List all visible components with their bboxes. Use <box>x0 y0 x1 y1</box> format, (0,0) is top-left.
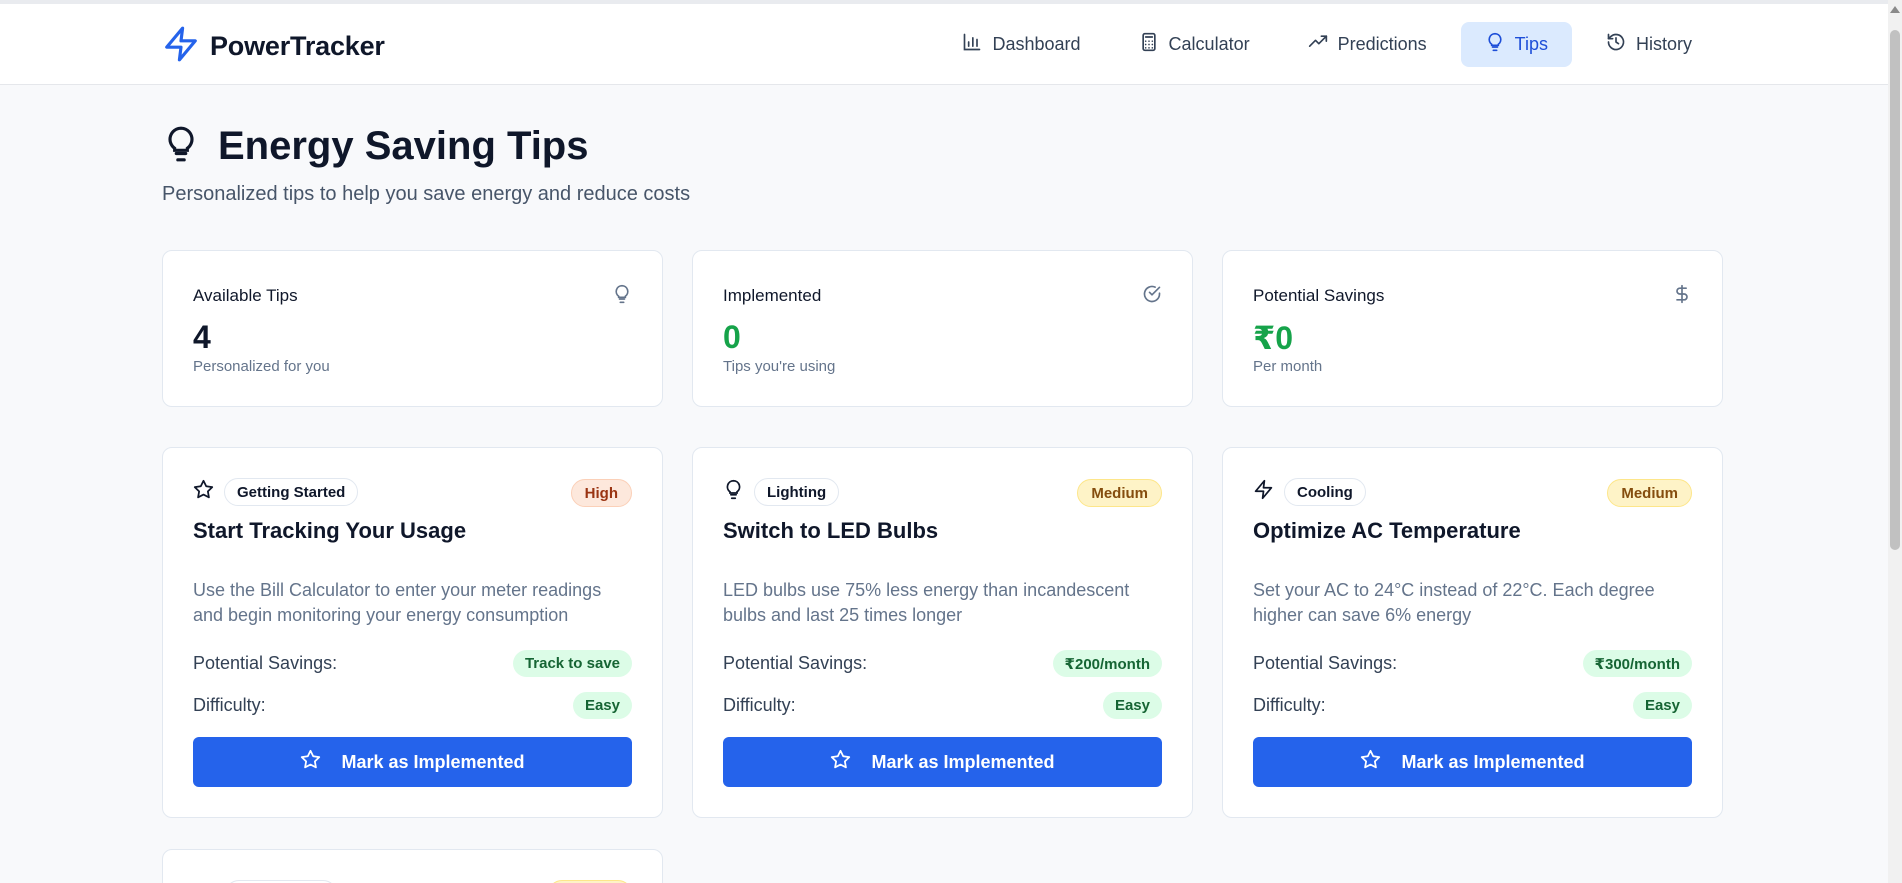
brand[interactable]: PowerTracker <box>162 24 385 69</box>
check-circle-icon <box>1142 284 1162 304</box>
savings-value-badge: ₹200/month <box>1052 650 1162 677</box>
star-icon <box>300 749 321 775</box>
category-badge: Getting Started <box>224 478 359 506</box>
button-label: Mark as Implemented <box>871 751 1055 772</box>
tip-card-led-bulbs: Lighting Medium Switch to LED Bulbs LED … <box>692 447 1193 818</box>
tip-title: Switch to LED Bulbs <box>723 518 939 543</box>
scroll-up-arrow-icon[interactable] <box>1890 6 1900 13</box>
zap-icon <box>1253 479 1274 505</box>
vertical-scrollbar[interactable] <box>1888 0 1902 883</box>
tip-card-start-tracking: Getting Started High Start Tracking Your… <box>162 447 663 818</box>
page-header: Energy Saving Tips <box>162 122 589 171</box>
difficulty-badge: Easy <box>1632 692 1692 719</box>
bar-chart-icon <box>962 32 982 57</box>
nav-item-history[interactable]: History <box>1582 22 1716 67</box>
mark-implemented-button[interactable]: Mark as Implemented <box>1253 737 1692 787</box>
tip-category: Cooling <box>1253 478 1366 506</box>
history-icon <box>1606 32 1626 57</box>
nav-label: Calculator <box>1168 34 1250 54</box>
calculator-icon <box>1139 32 1159 57</box>
star-icon <box>1360 749 1381 775</box>
brand-name: PowerTracker <box>210 31 385 61</box>
nav-label: Dashboard <box>992 34 1081 54</box>
priority-badge: Medium <box>1607 479 1692 507</box>
tip-description: Use the Bill Calculator to enter your me… <box>193 580 602 625</box>
stat-label: Implemented <box>723 286 822 305</box>
nav-item-dashboard[interactable]: Dashboard <box>938 22 1104 67</box>
zap-icon <box>162 24 200 69</box>
nav-item-tips[interactable]: Tips <box>1460 22 1572 67</box>
savings-label: Potential Savings: <box>193 653 338 673</box>
stat-label: Available Tips <box>193 286 298 305</box>
star-icon <box>830 749 851 775</box>
savings-row: Potential Savings: ₹200/month <box>723 650 1162 677</box>
nav-item-calculator[interactable]: Calculator <box>1115 22 1274 67</box>
stat-value: 4 <box>193 319 211 355</box>
savings-label: Potential Savings: <box>723 653 868 673</box>
mark-implemented-button[interactable]: Mark as Implemented <box>193 737 632 787</box>
savings-label: Potential Savings: <box>1253 653 1398 673</box>
stat-value: 0 <box>723 319 741 355</box>
tip-category: Getting Started <box>193 478 359 506</box>
top-navbar: PowerTracker Dashboard Calculator Predic… <box>0 4 1888 85</box>
scrollbar-thumb[interactable] <box>1890 30 1900 550</box>
stat-note: Tips you're using <box>723 358 836 375</box>
difficulty-label: Difficulty: <box>193 695 266 715</box>
main-nav: Dashboard Calculator Predictions Tips Hi… <box>938 22 1716 67</box>
tip-card-ac-temperature: Cooling Medium Optimize AC Temperature S… <box>1222 447 1723 818</box>
savings-row: Potential Savings: Track to save <box>193 650 632 677</box>
nav-label: Predictions <box>1337 34 1427 54</box>
trending-up-icon <box>1308 32 1328 57</box>
stat-card-available-tips: Available Tips 4 Personalized for you <box>162 250 663 407</box>
difficulty-row: Difficulty: Easy <box>1253 692 1692 719</box>
button-label: Mark as Implemented <box>1401 751 1585 772</box>
tip-title: Start Tracking Your Usage <box>193 518 467 543</box>
savings-value-badge: Track to save <box>512 650 632 677</box>
stat-label: Potential Savings <box>1253 286 1385 305</box>
priority-badge: Medium <box>1077 479 1162 507</box>
category-badge: Lighting <box>754 478 840 506</box>
savings-row: Potential Savings: ₹300/month <box>1253 650 1692 677</box>
category-badge: Cooling <box>1284 478 1366 506</box>
dollar-icon <box>1672 284 1692 304</box>
savings-value-badge: ₹300/month <box>1582 650 1692 677</box>
mark-implemented-button[interactable]: Mark as Implemented <box>723 737 1162 787</box>
tip-category: Lighting <box>723 478 840 506</box>
stat-note: Per month <box>1253 358 1323 375</box>
tip-title: Optimize AC Temperature <box>1253 518 1521 543</box>
nav-label: History <box>1635 34 1692 54</box>
stat-value: ₹0 <box>1253 320 1294 356</box>
lightbulb-icon <box>723 479 744 505</box>
difficulty-badge: Easy <box>1102 692 1162 719</box>
lightbulb-icon <box>1485 32 1505 57</box>
difficulty-row: Difficulty: Easy <box>723 692 1162 719</box>
tip-description: LED bulbs use 75% less energy than incan… <box>723 580 1130 625</box>
page-title: Energy Saving Tips <box>218 124 589 168</box>
difficulty-row: Difficulty: Easy <box>193 692 632 719</box>
stat-card-implemented: Implemented 0 Tips you're using <box>692 250 1193 407</box>
nav-label: Tips <box>1514 34 1548 54</box>
button-label: Mark as Implemented <box>341 751 525 772</box>
star-icon <box>193 479 214 505</box>
difficulty-label: Difficulty: <box>723 695 796 715</box>
tip-description: Set your AC to 24°C instead of 22°C. Eac… <box>1253 580 1655 625</box>
priority-badge: High <box>570 479 632 507</box>
page-subtitle: Personalized tips to help you save energ… <box>162 183 691 205</box>
nav-item-predictions[interactable]: Predictions <box>1284 22 1451 67</box>
lightbulb-icon <box>612 284 632 304</box>
lightbulb-icon <box>162 122 200 171</box>
stat-card-potential-savings: Potential Savings ₹0 Per month <box>1222 250 1723 407</box>
tip-card-partial <box>162 849 663 883</box>
stat-note: Personalized for you <box>193 358 330 375</box>
difficulty-badge: Easy <box>572 692 632 719</box>
difficulty-label: Difficulty: <box>1253 695 1326 715</box>
